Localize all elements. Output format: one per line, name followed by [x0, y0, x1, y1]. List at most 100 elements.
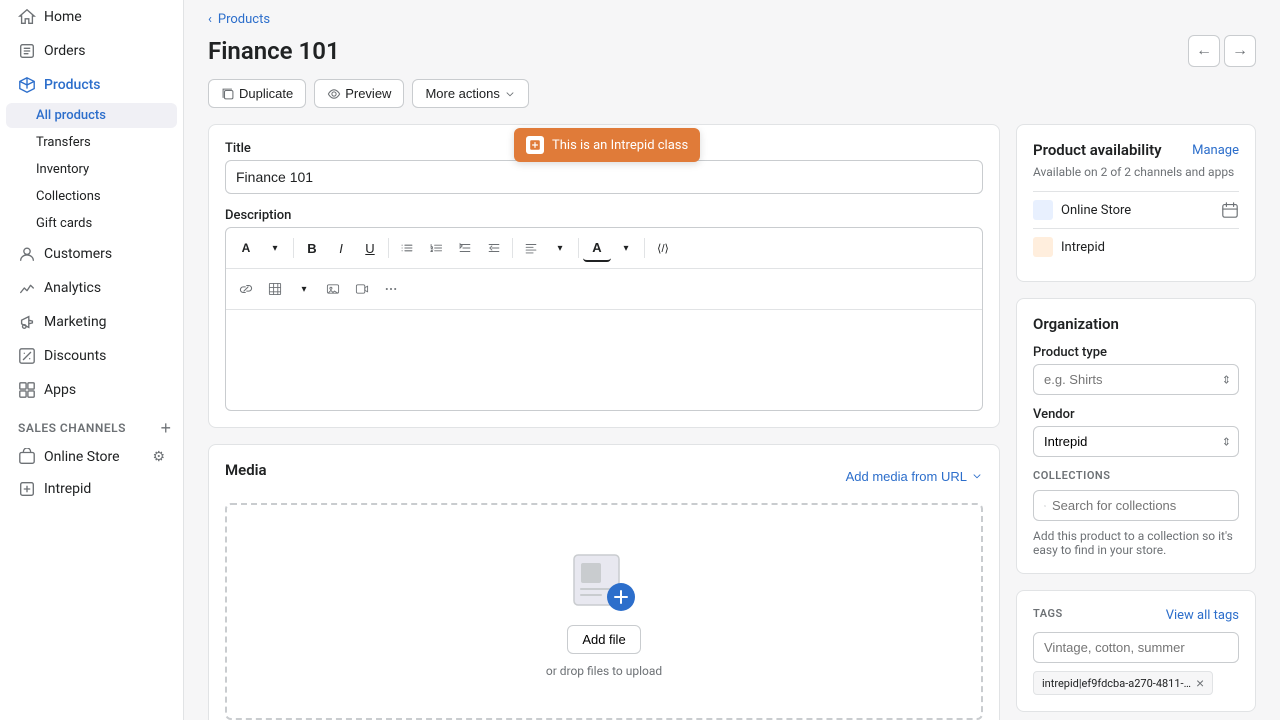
sidebar-item-analytics[interactable]: Analytics	[6, 272, 177, 304]
toolbar-table-dropdown[interactable]: ▾	[290, 275, 318, 303]
toolbar-video-btn[interactable]	[348, 275, 376, 303]
editor-toolbar: A ▾ B I U	[226, 228, 982, 269]
product-type-input[interactable]	[1033, 364, 1239, 395]
manage-link[interactable]: Manage	[1192, 143, 1239, 158]
tooltip-icon	[526, 136, 544, 154]
organization-card: Organization Product type Vendor Intrepi…	[1016, 298, 1256, 574]
add-channel-button[interactable]: +	[160, 419, 171, 437]
sidebar-sub-item-all-products[interactable]: All products	[6, 103, 177, 128]
toolbar-link-btn[interactable]	[232, 275, 260, 303]
toolbar-ul-btn[interactable]	[393, 234, 421, 262]
calendar-icon[interactable]	[1221, 201, 1239, 219]
sidebar-item-analytics-label: Analytics	[44, 280, 101, 296]
orders-icon	[18, 42, 36, 60]
toolbar-text-color-btn[interactable]: A	[583, 234, 611, 262]
upload-area[interactable]: Add file or drop files to upload	[225, 503, 983, 720]
sidebar-sub-item-inventory-label: Inventory	[36, 162, 89, 177]
duplicate-button[interactable]: Duplicate	[208, 79, 306, 108]
sales-channels-label: SALES CHANNELS +	[0, 407, 183, 441]
toolbar-text-color-dropdown[interactable]: ▾	[612, 234, 640, 262]
toolbar-html-btn[interactable]: ⟨/⟩	[649, 234, 677, 262]
nav-arrows: ← →	[1188, 35, 1256, 67]
add-media-url-button[interactable]: Add media from URL	[846, 469, 983, 484]
toolbar-bold-btn[interactable]: B	[298, 234, 326, 262]
right-column: Product availability Manage Available on…	[1016, 124, 1256, 720]
title-input[interactable]	[225, 160, 983, 194]
sidebar-sub-item-collections[interactable]: Collections	[6, 184, 177, 209]
description-textarea[interactable]	[226, 310, 982, 410]
drop-hint: or drop files to upload	[546, 664, 662, 678]
toolbar-more-btn[interactable]	[377, 275, 405, 303]
sidebar-sub-item-gift-cards[interactable]: Gift cards	[6, 211, 177, 236]
sidebar-item-customers-label: Customers	[44, 246, 112, 262]
tag-chip-remove[interactable]: ×	[1196, 676, 1204, 690]
preview-button[interactable]: Preview	[314, 79, 404, 108]
analytics-icon	[18, 279, 36, 297]
toolbar-font-dropdown[interactable]: ▾	[261, 234, 289, 262]
duplicate-label: Duplicate	[239, 86, 293, 101]
availability-item-intrepid: Intrepid	[1033, 228, 1239, 265]
toolbar-sep-1	[293, 238, 294, 258]
toolbar-table-btn[interactable]	[261, 275, 289, 303]
intrepid-icon	[18, 480, 36, 498]
tags-input[interactable]	[1033, 632, 1239, 663]
toolbar-italic-btn[interactable]: I	[327, 234, 355, 262]
vendor-select[interactable]: Intrepid	[1033, 426, 1239, 457]
sidebar-item-home-label: Home	[44, 9, 82, 25]
view-all-tags-link[interactable]: View all tags	[1166, 608, 1239, 623]
sidebar-sub-item-collections-label: Collections	[36, 189, 101, 204]
prev-button[interactable]: ←	[1188, 35, 1220, 67]
breadcrumb[interactable]: ‹ Products	[208, 12, 1256, 27]
availability-subtitle: Available on 2 of 2 channels and apps	[1033, 165, 1239, 179]
toolbar-sep-3	[512, 238, 513, 258]
sidebar-item-marketing[interactable]: Marketing	[6, 306, 177, 338]
collections-title: COLLECTIONS	[1033, 469, 1239, 482]
upload-illustration	[569, 545, 639, 615]
sidebar-sub-item-gift-cards-label: Gift cards	[36, 216, 92, 231]
intrepid-label: Intrepid	[44, 481, 91, 497]
tag-chip-label: intrepid|ef9fdcba-a270-4811-beb2...	[1042, 677, 1192, 690]
online-store-settings-icon[interactable]: ⚙	[152, 449, 165, 465]
toolbar-underline-btn[interactable]: U	[356, 234, 384, 262]
sidebar-item-orders[interactable]: Orders	[6, 35, 177, 67]
marketing-icon	[18, 313, 36, 331]
toolbar-outdent-btn[interactable]	[480, 234, 508, 262]
toolbar-indent-btn[interactable]	[451, 234, 479, 262]
sidebar-channel-online-store[interactable]: Online Store ⚙	[6, 442, 177, 472]
action-bar: Duplicate Preview More actions	[184, 79, 1280, 108]
tag-chip-0: intrepid|ef9fdcba-a270-4811-beb2... ×	[1033, 671, 1213, 695]
sidebar-sub-item-inventory[interactable]: Inventory	[6, 157, 177, 182]
editor-toolbar-row2: ▾	[226, 269, 982, 310]
collections-hint: Add this product to a collection so it's…	[1033, 529, 1239, 557]
tags-chips: intrepid|ef9fdcba-a270-4811-beb2... ×	[1033, 671, 1239, 695]
main-content: ‹ Products Finance 101 ← → Duplicate Pre…	[184, 0, 1280, 720]
sidebar-item-products[interactable]: Products	[6, 69, 177, 101]
sidebar-item-discounts[interactable]: Discounts	[6, 340, 177, 372]
sidebar-item-customers[interactable]: Customers	[6, 238, 177, 270]
title-description-card: Title Description A ▾ B I U	[208, 124, 1000, 428]
add-file-button[interactable]: Add file	[567, 625, 640, 654]
description-editor: A ▾ B I U	[225, 227, 983, 411]
toolbar-align-dropdown[interactable]: ▾	[546, 234, 574, 262]
availability-title: Product availability	[1033, 141, 1162, 159]
more-actions-button[interactable]: More actions	[412, 79, 528, 108]
media-title: Media	[225, 461, 267, 479]
availability-header: Product availability Manage	[1033, 141, 1239, 159]
sidebar-item-home[interactable]: Home	[6, 1, 177, 33]
sidebar-sub-item-transfers[interactable]: Transfers	[6, 130, 177, 155]
sidebar-sub-item-transfers-label: Transfers	[36, 135, 91, 150]
toolbar-ol-btn[interactable]	[422, 234, 450, 262]
toolbar-image-btn[interactable]	[319, 275, 347, 303]
sidebar-channel-intrepid[interactable]: Intrepid	[6, 474, 177, 504]
toolbar-sep-5	[644, 238, 645, 258]
toolbar-align-btn[interactable]	[517, 234, 545, 262]
tags-header: TAGS View all tags	[1033, 607, 1239, 624]
discounts-icon	[18, 347, 36, 365]
next-button[interactable]: →	[1224, 35, 1256, 67]
sidebar-item-apps[interactable]: Apps	[6, 374, 177, 406]
collections-search-input[interactable]	[1052, 498, 1228, 513]
toolbar-font-btn[interactable]: A	[232, 234, 260, 262]
collections-section: COLLECTIONS Add this product to a collec…	[1033, 469, 1239, 557]
sidebar: Home Orders Products All products Transf…	[0, 0, 184, 720]
breadcrumb-arrow: ‹	[208, 12, 212, 27]
